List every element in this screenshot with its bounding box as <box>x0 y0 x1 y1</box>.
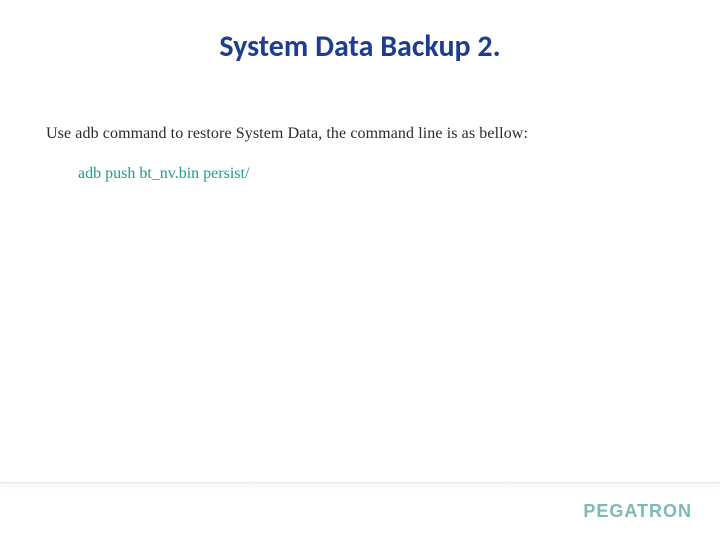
brand-logo: PEGATRON <box>583 501 692 522</box>
command-line: adb push bt_nv.bin persist/ <box>78 165 720 183</box>
slide-title: System Data Backup 2. <box>0 0 720 65</box>
instruction-text: Use adb command to restore System Data, … <box>46 125 720 143</box>
footer-divider <box>0 482 720 484</box>
